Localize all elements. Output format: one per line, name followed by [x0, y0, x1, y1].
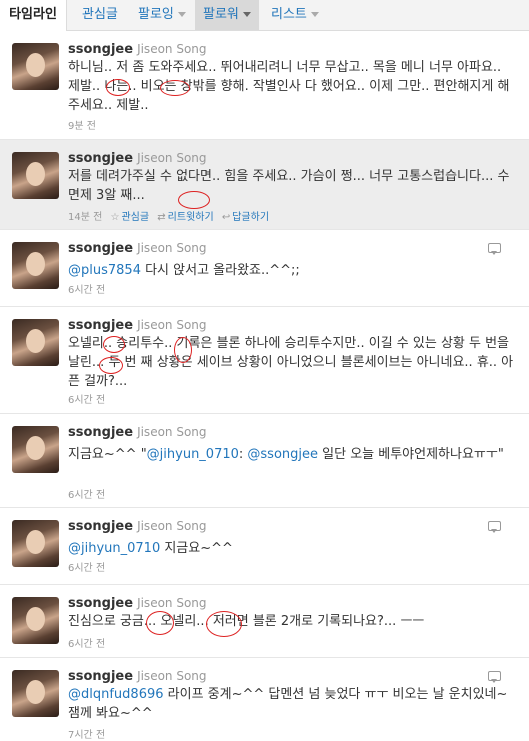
annotation-circle	[146, 611, 174, 635]
timeline-tabs: 타임라인 관심글 팔로잉 팔로워 리스트	[0, 0, 529, 31]
chevron-down-icon	[177, 12, 186, 17]
tweet-text: 저를 데려가주실 수 없다면.. 힘을 주세요.. 가슴이 쩡... 너무 고통…	[68, 169, 510, 203]
tweet-fullname: Jiseon Song	[137, 596, 207, 610]
tab-lists-label: 리스트	[271, 7, 307, 22]
tweet-header: ssongjee Jiseon Song	[68, 596, 207, 612]
tweet-item[interactable]: ssongjee Jiseon Song 진심으로 궁금... 오넬리... 저러…	[0, 585, 529, 658]
retweet-button[interactable]: 리트윗하기	[168, 212, 214, 223]
retweet-icon: ⇄	[157, 212, 166, 223]
tweet-meta: 14분 전 ☆ 관심글 ⇄ 리트윗하기 ↩ 답글하기	[68, 208, 269, 223]
reply-button[interactable]: 답글하기	[232, 212, 269, 223]
tweet-username[interactable]: ssongjee	[68, 425, 133, 440]
avatar[interactable]	[12, 670, 59, 717]
tweet-username[interactable]: ssongjee	[68, 151, 133, 166]
tweet-item[interactable]: ssongjee Jiseon Song @plus7854 다시 앉서고 올라왔…	[0, 230, 529, 307]
tweet-text: 오넬리.. 승리투수.. 기록은 블론 하나에 승리투수지만.. 이길 수 있는…	[68, 336, 514, 389]
annotation-circle	[160, 80, 190, 96]
reply-bubble-icon[interactable]	[488, 243, 501, 255]
mention-link[interactable]: @ssongjee	[247, 447, 318, 462]
tweet-fullname: Jiseon Song	[137, 241, 207, 255]
tweet-text-content: 다시 앉서고 올라왔죠..^^;;	[140, 263, 300, 278]
chevron-down-icon	[242, 12, 251, 17]
tab-followers[interactable]: 팔로워	[195, 0, 259, 30]
mention-link[interactable]: @dlqnfud8696	[68, 687, 164, 702]
avatar[interactable]	[12, 319, 59, 366]
tweet-username[interactable]: ssongjee	[68, 318, 133, 333]
tweet-header: ssongjee Jiseon Song	[68, 151, 207, 167]
tweet-timestamp[interactable]: 14분 전	[68, 212, 102, 223]
tweet-timestamp[interactable]: 9분 전	[68, 117, 96, 132]
tweet-fullname: Jiseon Song	[137, 425, 207, 439]
mention-link[interactable]: @jihyun_0710	[147, 447, 239, 462]
annotation-circle	[106, 79, 130, 96]
annotation-circle	[178, 191, 210, 209]
tab-following[interactable]: 팔로잉	[138, 0, 186, 30]
tweet-text-content: 일단 오늘 베투야언제하나요ㅠㅜ"	[318, 447, 504, 462]
reply-icon: ↩	[221, 212, 231, 223]
tweet-timestamp[interactable]: 6시간 전	[68, 486, 105, 501]
annotation-circle	[206, 611, 242, 637]
annotation-circle	[99, 357, 123, 374]
mention-link[interactable]: @jihyun_0710	[68, 541, 160, 556]
favorite-button[interactable]: 관심글	[121, 212, 149, 223]
tweet-fullname: Jiseon Song	[137, 318, 207, 332]
tweet-fullname: Jiseon Song	[137, 42, 207, 56]
tweet-text-content: 지금요~^^	[160, 541, 233, 556]
tweet-fullname: Jiseon Song	[137, 669, 207, 683]
tweet-timestamp[interactable]: 6시간 전	[68, 281, 105, 296]
avatar[interactable]	[12, 242, 59, 289]
tab-following-label: 팔로잉	[138, 7, 174, 22]
tweet-header: ssongjee Jiseon Song	[68, 318, 207, 334]
tab-favorites[interactable]: 관심글	[82, 0, 118, 30]
tweet-fullname: Jiseon Song	[137, 519, 207, 533]
avatar[interactable]	[12, 426, 59, 473]
tweet-header: ssongjee Jiseon Song	[68, 519, 207, 535]
avatar[interactable]	[12, 152, 59, 199]
tweet-username[interactable]: ssongjee	[68, 42, 133, 57]
tweet-item[interactable]: ssongjee Jiseon Song @dlqnfud8696 라이프 중계~…	[0, 658, 529, 741]
tweet-header: ssongjee Jiseon Song	[68, 425, 207, 441]
tweet-username[interactable]: ssongjee	[68, 669, 133, 684]
tweet-header: ssongjee Jiseon Song	[68, 669, 207, 685]
tweet-fullname: Jiseon Song	[137, 151, 207, 165]
chevron-down-icon	[310, 12, 319, 17]
reply-bubble-icon[interactable]	[488, 521, 501, 533]
tweet-header: ssongjee Jiseon Song	[68, 42, 207, 58]
reply-bubble-icon[interactable]	[488, 671, 501, 683]
avatar[interactable]	[12, 520, 59, 567]
tweet-username[interactable]: ssongjee	[68, 241, 133, 256]
tweet-timestamp[interactable]: 7시간 전	[68, 726, 105, 741]
star-icon: ☆	[110, 212, 120, 223]
tweet-header: ssongjee Jiseon Song	[68, 241, 207, 257]
tweet-item[interactable]: ssongjee Jiseon Song 저를 데려가주실 수 없다면.. 힘을 …	[0, 140, 529, 230]
tweet-text: 진심으로 궁금... 오넬리... 저러면 블론 2개로 기록되나요?... ㅡ…	[68, 614, 425, 629]
tweet-username[interactable]: ssongjee	[68, 519, 133, 534]
tweet-text: @plus7854 다시 앉서고 올라왔죠..^^;;	[68, 261, 516, 280]
annotation-circle	[103, 336, 125, 353]
tweet-item[interactable]: ssongjee Jiseon Song 지금요~^^ "@jihyun_0710…	[0, 414, 529, 508]
tweet-timestamp[interactable]: 6시간 전	[68, 635, 105, 650]
avatar[interactable]	[12, 43, 59, 90]
tweet-text: @jihyun_0710 지금요~^^	[68, 539, 516, 558]
tweet-item[interactable]: ssongjee Jiseon Song 오넬리.. 승리투수.. 기록은 블론 …	[0, 307, 529, 414]
tweet-text: @dlqnfud8696 라이프 중계~^^ 답멘션 넘 늦었다 ㅠㅜ 비오는 …	[68, 685, 516, 723]
mention-link[interactable]: @plus7854	[68, 263, 141, 278]
tweet-timestamp[interactable]: 6시간 전	[68, 559, 105, 574]
avatar[interactable]	[12, 597, 59, 644]
tab-lists[interactable]: 리스트	[271, 0, 319, 30]
tweet-text: 하니님.. 저 좀 도와주세요.. 뛰어내리려니 너무 무삽고.. 목을 메니 …	[68, 60, 510, 113]
tweet-username[interactable]: ssongjee	[68, 596, 133, 611]
tweet-timestamp[interactable]: 6시간 전	[68, 391, 105, 406]
annotation-circle	[174, 337, 192, 363]
tweet-text: 지금요~^^ "@jihyun_0710: @ssongjee 일단 오늘 베투…	[68, 445, 516, 464]
tweet-item[interactable]: ssongjee Jiseon Song 하니님.. 저 좀 도와주세요.. 뛰어…	[0, 31, 529, 140]
tweet-item[interactable]: ssongjee Jiseon Song @jihyun_0710 지금요~^^ …	[0, 508, 529, 585]
tab-followers-label: 팔로워	[203, 7, 239, 22]
tab-timeline[interactable]: 타임라인	[0, 0, 67, 31]
tweet-text-content: 지금요~^^ "	[68, 447, 147, 462]
